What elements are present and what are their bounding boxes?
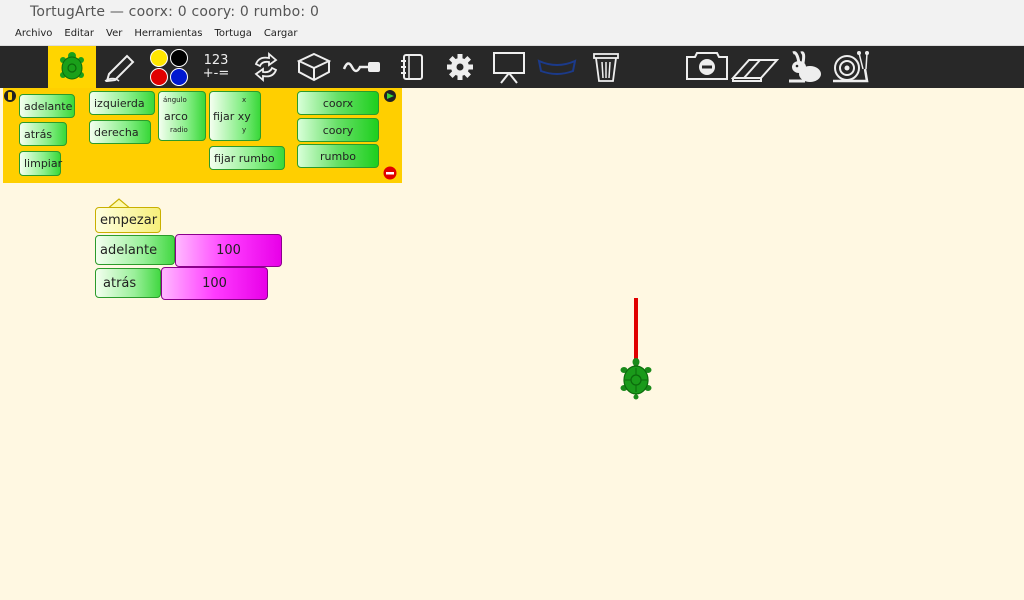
block-ycor[interactable]: coory xyxy=(297,118,379,142)
block-setheading-label: fijar rumbo xyxy=(214,151,275,165)
numbers-palette-button[interactable]: 123 +-= xyxy=(196,46,236,88)
menu-bar: Archivo Editar Ver Herramientas Tortuga … xyxy=(0,24,1024,46)
flow-icon xyxy=(254,52,278,82)
colors-palette-button[interactable] xyxy=(146,46,192,88)
notebook-palette-button[interactable] xyxy=(394,46,430,88)
run-fast-button[interactable] xyxy=(782,46,824,88)
block-forward[interactable]: adelante xyxy=(19,94,75,118)
numbers-icon-line2: +-= xyxy=(202,66,230,81)
block-arc[interactable]: ángulo arco radio xyxy=(158,91,206,141)
block-setxy[interactable]: x fijar xy y xyxy=(209,91,261,141)
menu-editar[interactable]: Editar xyxy=(58,24,100,45)
block-back[interactable]: atrás xyxy=(19,122,67,146)
block-xcor[interactable]: coorx xyxy=(297,91,379,115)
program-forward-label: adelante xyxy=(100,242,158,258)
colors-icon xyxy=(150,49,188,86)
gear-icon xyxy=(447,54,473,80)
menu-herramientas[interactable]: Herramientas xyxy=(128,24,208,45)
notebook-icon xyxy=(401,54,423,80)
block-heading[interactable]: rumbo xyxy=(297,144,379,168)
extras-icon xyxy=(537,59,577,75)
pen-icon xyxy=(104,54,135,82)
block-arc-angle-label: ángulo xyxy=(163,96,187,104)
block-right[interactable]: derecha xyxy=(89,120,151,144)
menu-tortuga[interactable]: Tortuga xyxy=(208,24,257,45)
eraser-button[interactable] xyxy=(730,46,780,88)
turtle-palette-button[interactable] xyxy=(48,46,96,88)
block-forward-label: adelante xyxy=(24,99,73,113)
program-back-label: atrás xyxy=(103,275,137,291)
drawing-area xyxy=(620,298,652,400)
block-right-label: derecha xyxy=(94,125,139,139)
palette-close-icon[interactable] xyxy=(383,166,397,180)
block-left[interactable]: izquierda xyxy=(89,91,155,115)
menu-cargar[interactable]: Cargar xyxy=(258,24,304,45)
hide-palette-button[interactable] xyxy=(682,46,732,88)
settings-palette-button[interactable] xyxy=(442,46,478,88)
sensor-icon xyxy=(342,62,380,73)
blocks-icon xyxy=(297,52,331,82)
trash-icon xyxy=(593,53,619,82)
menu-ver[interactable]: Ver xyxy=(100,24,128,45)
menu-archivo[interactable]: Archivo xyxy=(9,24,58,45)
block-clean[interactable]: limpiar xyxy=(19,151,63,176)
snail-icon xyxy=(833,51,869,83)
flow-palette-button[interactable] xyxy=(246,46,286,88)
program-forward-value-label: 100 xyxy=(216,243,241,258)
presentation-icon xyxy=(493,52,525,84)
eraser-icon xyxy=(731,59,779,82)
sensor-palette-button[interactable] xyxy=(342,46,384,88)
presentation-palette-button[interactable] xyxy=(490,46,528,88)
toolbar: 123 +-= xyxy=(0,46,1024,88)
start-block-label: empezar xyxy=(100,212,158,228)
program-back-block[interactable]: atrás xyxy=(95,268,161,298)
window-title: TortugArte — coorx: 0 coory: 0 rumbo: 0 xyxy=(0,0,1024,24)
block-heading-label: rumbo xyxy=(320,149,356,163)
palette-next-icon[interactable] xyxy=(383,89,397,103)
extras-palette-button[interactable] xyxy=(536,46,578,88)
turtle-sprite[interactable] xyxy=(620,358,652,400)
program-back-value-label: 100 xyxy=(202,276,227,291)
block-setheading[interactable]: fijar rumbo xyxy=(209,146,285,170)
block-clean-label: limpiar xyxy=(24,157,63,170)
block-back-label: atrás xyxy=(24,127,53,141)
turtle-block-palette: adelante atrás limpiar izquierda derecha… xyxy=(3,88,402,183)
rabbit-icon xyxy=(789,51,821,83)
block-setxy-y-label: y xyxy=(242,126,247,134)
block-setxy-x-label: x xyxy=(242,96,247,104)
block-setxy-label: fijar xy xyxy=(213,110,251,123)
run-slow-button[interactable] xyxy=(828,46,872,88)
program-forward-value[interactable]: 100 xyxy=(175,234,282,267)
block-arc-label: arco xyxy=(164,110,188,123)
start-block[interactable]: empezar xyxy=(95,207,161,233)
trash-button[interactable] xyxy=(588,46,624,88)
block-left-label: izquierda xyxy=(94,96,145,110)
turtle-icon xyxy=(60,52,84,80)
block-ycor-label: coory xyxy=(322,123,354,137)
pen-palette-button[interactable] xyxy=(100,46,140,88)
palette-orientation-icon[interactable] xyxy=(3,89,17,103)
program-forward-block[interactable]: adelante xyxy=(95,235,175,265)
block-arc-radius-label: radio xyxy=(170,126,188,134)
program-back-value[interactable]: 100 xyxy=(161,267,268,300)
blocks-palette-button[interactable] xyxy=(294,46,334,88)
block-xcor-label: coorx xyxy=(322,96,354,110)
hide-palette-icon xyxy=(686,52,728,80)
